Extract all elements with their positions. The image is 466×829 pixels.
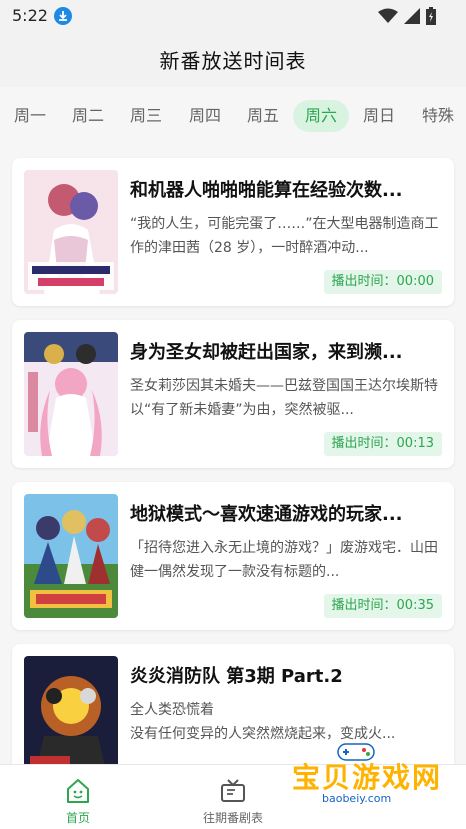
nav-home[interactable]: 首页: [38, 771, 118, 827]
anime-poster: [24, 170, 118, 294]
tab-saturday[interactable]: 周六: [293, 100, 349, 132]
status-bar: 5:22: [0, 0, 466, 32]
tab-friday[interactable]: 周五: [237, 100, 289, 132]
status-time: 5:22: [12, 6, 48, 25]
watermark-url: baobeiy.com: [322, 792, 392, 805]
anime-description: “我的人生，可能完蛋了……”在大型电器制造商工作的津田茜（28 岁），一时醉酒冲…: [130, 216, 439, 256]
anime-poster: [24, 332, 118, 456]
air-time-badge: 播出时间：00:13: [323, 432, 442, 456]
home-icon: [67, 779, 89, 803]
tab-sunday[interactable]: 周日: [353, 100, 405, 132]
watermark-title: 宝贝游戏网: [292, 761, 443, 794]
anime-description: 全人类恐慌着 没有任何变异的人突然燃烧起来，变成火...: [130, 702, 396, 742]
tab-special[interactable]: 特殊: [412, 100, 464, 132]
battery-icon: [426, 7, 436, 25]
anime-card[interactable]: 身为圣女却被赶出国家，来到濒... 圣女莉莎因其未婚夫——巴兹登国国王达尔埃斯特…: [12, 320, 454, 468]
anime-title: 炎炎消防队 第3期 Part.2: [130, 666, 343, 687]
anime-title: 地狱模式～喜欢速通游戏的玩家...: [130, 504, 403, 525]
air-time-badge: 播出时间：00:35: [323, 594, 442, 618]
tab-monday[interactable]: 周一: [4, 100, 56, 132]
nav-home-label: 首页: [65, 811, 90, 825]
anime-title: 身为圣女却被赶出国家，来到濒...: [130, 342, 403, 363]
air-time-badge: 播出时间：00:00: [323, 270, 442, 294]
anime-poster: [24, 656, 118, 780]
weekday-tabs: 周一 周二 周三 周四 周五 周六 周日 特殊: [0, 96, 466, 136]
tab-thursday[interactable]: 周四: [179, 100, 231, 132]
tab-wednesday[interactable]: 周三: [120, 100, 172, 132]
status-icons: [378, 6, 436, 26]
anime-title: 和机器人啪啪啪能算在经验次数...: [130, 180, 403, 201]
tab-tuesday[interactable]: 周二: [62, 100, 114, 132]
tv-icon: [221, 779, 245, 802]
download-icon: [54, 7, 72, 25]
app-header: 新番放送时间表: [0, 32, 466, 87]
signal-icon: [404, 8, 420, 24]
anime-description: 圣女莉莎因其未婚夫——巴兹登国国王达尔埃斯特以“有了新未婚妻”为由，突然被驱..…: [130, 378, 438, 418]
page-title: 新番放送时间表: [159, 49, 307, 73]
anime-description: 「招待您进入永无止境的游戏？」废游戏宅．山田健一偶然发现了一款没有标题的...: [130, 540, 438, 580]
anime-card[interactable]: 地狱模式～喜欢速通游戏的玩家... 「招待您进入永无止境的游戏？」废游戏宅．山田…: [12, 482, 454, 630]
nav-past-schedule-label: 往期番剧表: [202, 811, 263, 825]
nav-past-schedule[interactable]: 往期番剧表: [193, 771, 273, 827]
anime-card[interactable]: 和机器人啪啪啪能算在经验次数... “我的人生，可能完蛋了……”在大型电器制造商…: [12, 158, 454, 306]
site-watermark: 宝贝游戏网 baobeiy.com: [286, 740, 466, 810]
anime-poster: [24, 494, 118, 618]
wifi-icon: [378, 8, 398, 23]
